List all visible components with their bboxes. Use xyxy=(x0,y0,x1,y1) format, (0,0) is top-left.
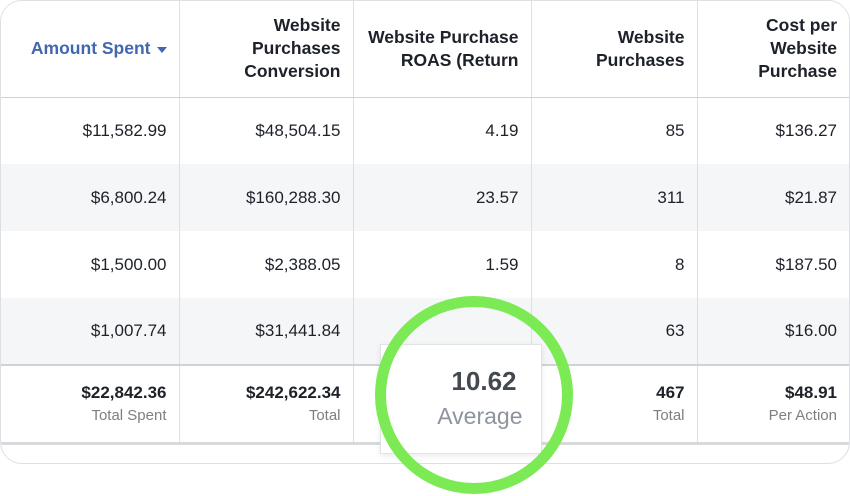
cell-amount-spent: $1,500.00 xyxy=(1,231,180,298)
total-label: Total Spent xyxy=(91,406,167,424)
table-row[interactable]: $11,582.99 $48,504.15 4.19 85 $136.27 xyxy=(1,97,849,164)
total-amount-spent: $22,842.36 Total Spent xyxy=(1,364,180,445)
column-header-website-purchases-conversion[interactable]: Website Purchases Conversion xyxy=(179,1,354,98)
total-purchases-conversion-value: $242,622.34 Total xyxy=(179,364,354,445)
column-header-amount-spent[interactable]: Amount Spent xyxy=(1,1,180,98)
totals-row: $22,842.36 Total Spent $242,622.34 Total… xyxy=(1,344,849,454)
total-label: Average xyxy=(437,403,523,429)
column-header-label: Cost per Website Purchase xyxy=(758,15,837,82)
cell-purchase-roas: 1.59 xyxy=(353,231,532,298)
cell-website-purchases: 85 xyxy=(531,97,698,164)
column-header-website-purchases[interactable]: Website Purchases xyxy=(531,1,698,98)
table-row[interactable]: $6,800.24 $160,288.30 23.57 311 $21.87 xyxy=(1,164,849,231)
total-value: $48.91 xyxy=(785,382,837,402)
ads-metrics-table: Amount Spent Website Purchases Conversio… xyxy=(1,1,849,454)
column-header-label: Website Purchase ROAS (Return xyxy=(368,26,519,70)
cell-purchases-conversion-value: $160,288.30 xyxy=(179,164,354,231)
column-header-label: Website Purchases Conversion xyxy=(244,15,341,82)
cell-purchases-conversion-value: $48,504.15 xyxy=(179,97,354,164)
ads-report-table-panel: Amount Spent Website Purchases Conversio… xyxy=(0,0,850,464)
total-purchase-roas: 10.62 Average xyxy=(353,344,542,454)
cell-purchases-conversion-value: $31,441.84 xyxy=(179,298,354,365)
cell-cost-per-purchase: $16.00 xyxy=(697,298,849,365)
total-value: 467 xyxy=(656,382,685,402)
roas-average-callout: 10.62 Average xyxy=(379,344,542,454)
cell-cost-per-purchase: $21.87 xyxy=(697,164,849,231)
table-row[interactable]: $1,500.00 $2,388.05 1.59 8 $187.50 xyxy=(1,231,849,298)
column-header-website-purchase-roas[interactable]: Website Purchase ROAS (Return xyxy=(353,1,532,98)
cell-purchase-roas: 4.19 xyxy=(353,97,532,164)
sort-descending-icon[interactable] xyxy=(156,46,167,53)
cell-cost-per-purchase: $136.27 xyxy=(775,120,837,140)
column-header-label: Amount Spent xyxy=(30,38,151,59)
total-label: Per Action xyxy=(768,406,837,424)
table-header-row: Amount Spent Website Purchases Conversio… xyxy=(1,1,849,98)
total-label: Total xyxy=(308,406,341,424)
total-value: 10.62 xyxy=(451,366,517,396)
cell-amount-spent: $6,800.24 xyxy=(1,164,180,231)
column-header-label: Website Purchases xyxy=(595,26,685,70)
cell-website-purchases: 311 xyxy=(531,164,698,231)
cell-purchases-conversion-value: $2,388.05 xyxy=(179,231,354,298)
cell-website-purchases: 8 xyxy=(531,231,698,298)
column-header-cost-per-website-purchase[interactable]: Cost per Website Purchase xyxy=(697,1,849,98)
cell-purchase-roas: 23.57 xyxy=(353,164,532,231)
total-website-purchases: 467 Total xyxy=(531,364,698,445)
cell-amount-spent: $1,007.74 xyxy=(1,298,180,365)
total-value: $22,842.36 xyxy=(81,382,167,402)
cell-website-purchases: 63 xyxy=(531,298,698,365)
total-cost-per-purchase: $48.91 Per Action xyxy=(697,364,849,445)
cell-cost-per-purchase: $187.50 xyxy=(775,254,837,274)
cell-amount-spent: $11,582.99 xyxy=(1,97,180,164)
total-value: $242,622.34 xyxy=(245,382,341,402)
total-label: Total xyxy=(652,406,685,424)
